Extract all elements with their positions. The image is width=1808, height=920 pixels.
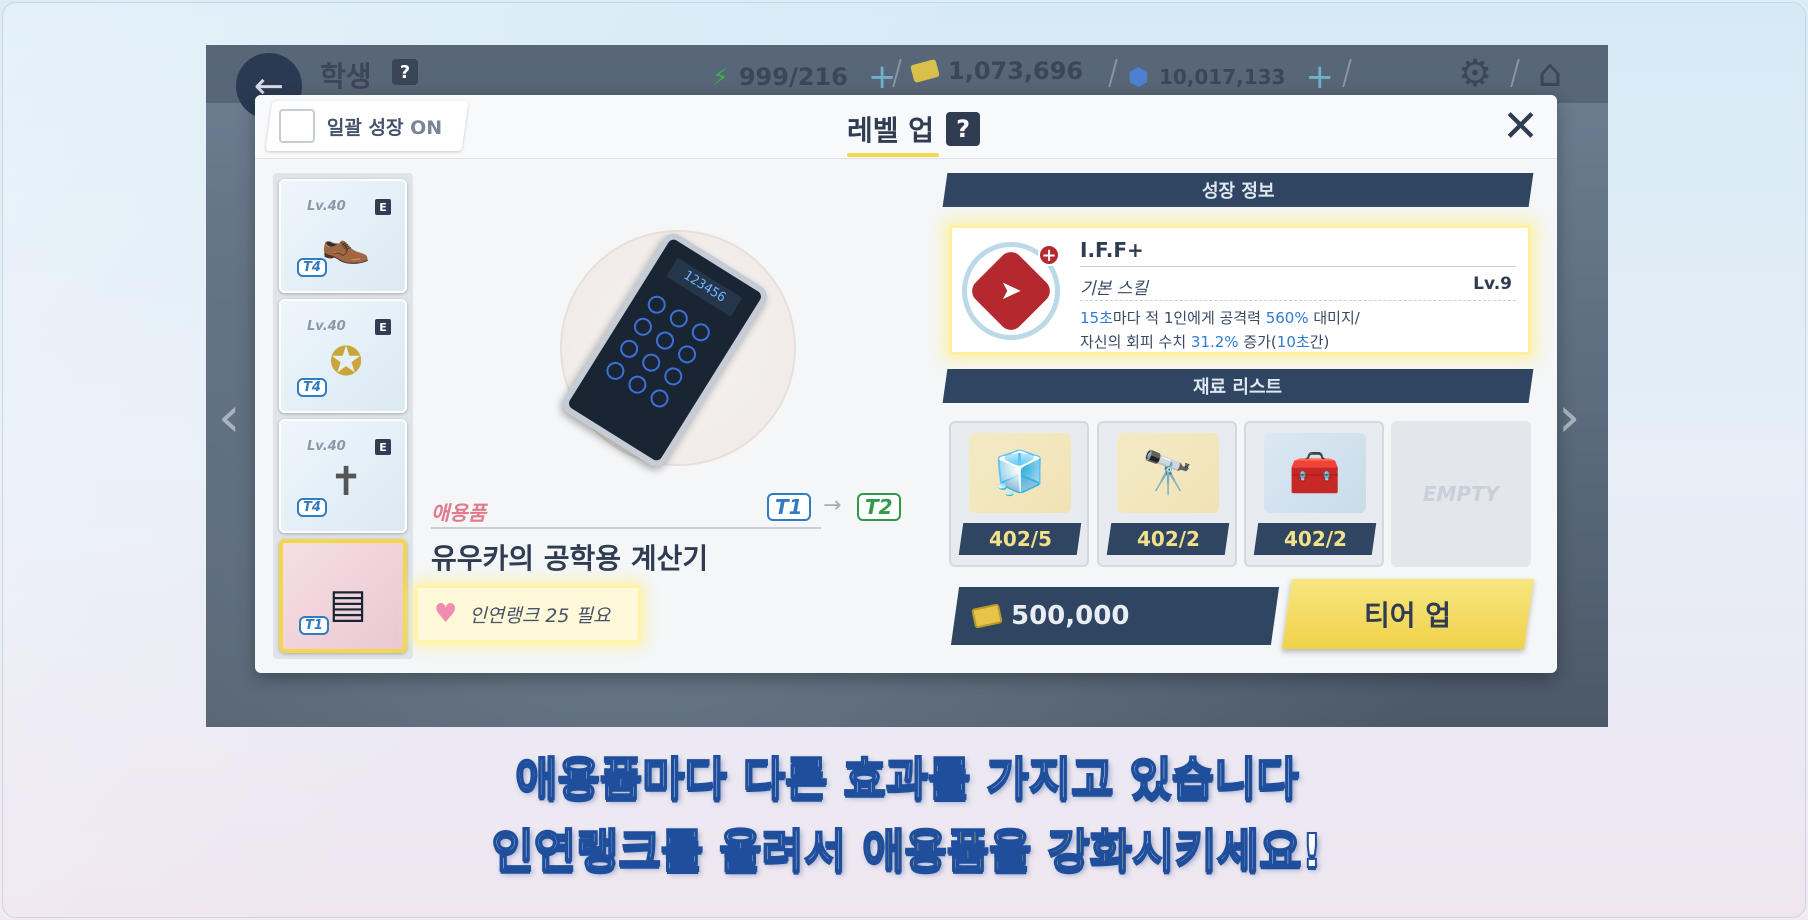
- credit-icon: [971, 603, 1003, 629]
- materials-header: 재료 리스트: [942, 369, 1534, 403]
- divider: [431, 527, 821, 529]
- promo-frame: ← 학생 ? ⚡ 999/216 + 1,073,696 ⬢ 10,017,13…: [2, 2, 1806, 918]
- bulk-growth-label: 일괄 성장 ON: [327, 116, 443, 139]
- item-list: Lv.40 E 👞 T4 Lv.40 E ✪ T4 Lv.40 E ✝ T4 ▤…: [273, 173, 413, 659]
- next-arrow-icon[interactable]: ›: [1558, 385, 1580, 450]
- calculator-keys: [602, 292, 714, 411]
- title-underline: [847, 153, 939, 157]
- gem-icon: ⬢: [1128, 63, 1149, 91]
- material-card[interactable]: 🧊 402/5: [949, 421, 1089, 567]
- cost-display: 500,000: [950, 587, 1280, 645]
- gear-icon[interactable]: ⚙: [1458, 51, 1492, 95]
- material-card[interactable]: 🧰 402/2: [1244, 421, 1384, 567]
- item-card-badge[interactable]: Lv.40 E ✪ T4: [279, 299, 407, 413]
- cube-icon: 🧊: [969, 433, 1071, 513]
- credits-counter: 1,073,696: [910, 57, 1083, 85]
- material-card[interactable]: 🔭 402/2: [1097, 421, 1237, 567]
- help-icon[interactable]: ?: [392, 59, 418, 85]
- telescope-icon: 🔭: [1117, 433, 1219, 513]
- caption-line-1: 애용품마다 다른 효과를 가지고 있습니다: [514, 751, 1300, 807]
- arrow-right-icon: →: [823, 493, 842, 518]
- add-gems-button[interactable]: +: [1305, 57, 1334, 97]
- gems-counter: ⬢ 10,017,133 +: [1128, 57, 1334, 97]
- modal-help-icon[interactable]: ?: [946, 112, 981, 146]
- page-title: 학생: [320, 60, 372, 93]
- item-name: 유우카의 공학용 계산기: [431, 542, 709, 575]
- add-ap-button[interactable]: +: [868, 57, 897, 97]
- item-card-calculator[interactable]: ▤ T1: [279, 539, 407, 653]
- close-icon[interactable]: ✕: [1502, 101, 1539, 152]
- prev-arrow-icon[interactable]: ‹: [218, 385, 240, 450]
- item-card-shoes[interactable]: Lv.40 E 👞 T4: [279, 179, 407, 293]
- item-category: 애용품: [431, 501, 487, 525]
- plus-icon: +: [1038, 244, 1060, 266]
- caption-line-2: 인연랭크를 올려서 애용품을 강화시키세요!: [491, 823, 1324, 879]
- bulk-growth-toggle[interactable]: 일괄 성장 ON: [265, 101, 469, 151]
- tier-from-badge: T1: [767, 493, 811, 521]
- game-screenshot: ← 학생 ? ⚡ 999/216 + 1,073,696 ⬢ 10,017,13…: [206, 45, 1608, 727]
- skill-level: Lv.9: [1473, 274, 1512, 294]
- ap-counter: ⚡ 999/216 +: [712, 57, 897, 97]
- tier-up-button[interactable]: 티어 업: [1282, 579, 1534, 649]
- skill-name: I.F.F+: [1080, 238, 1144, 262]
- skill-info-box: ➤ + I.F.F+ 기본 스킬 Lv.9 15초마다 적 1인에게 공격력 5…: [949, 225, 1531, 355]
- material-empty-slot: EMPTY: [1391, 421, 1531, 567]
- toolbox-icon: 🧰: [1264, 433, 1366, 513]
- requirement-box: ♥ 인연랭크 25 필요: [415, 585, 641, 643]
- skill-description: 15초마다 적 1인에게 공격력 560% 대미지/ 자신의 회피 수치 31.…: [1080, 309, 1360, 351]
- divider: [1080, 300, 1516, 301]
- heart-icon: ♥: [434, 599, 458, 629]
- item-card-necklace[interactable]: Lv.40 E ✝ T4: [279, 419, 407, 533]
- skill-type: 기본 스킬: [1080, 279, 1148, 299]
- home-icon[interactable]: ⌂: [1538, 51, 1562, 95]
- modal-title: 레벨 업 ?: [847, 109, 981, 149]
- divider: [1080, 266, 1516, 267]
- credit-icon: [910, 58, 940, 84]
- level-up-modal: 일괄 성장 ON 레벨 업 ? ✕ Lv.40 E 👞 T4 Lv.40 E ✪…: [255, 95, 1557, 673]
- tier-to-badge: T2: [857, 493, 901, 521]
- growth-info-header: 성장 정보: [942, 173, 1534, 207]
- lightning-icon: ⚡: [712, 63, 729, 91]
- bulk-growth-checkbox[interactable]: [279, 109, 315, 143]
